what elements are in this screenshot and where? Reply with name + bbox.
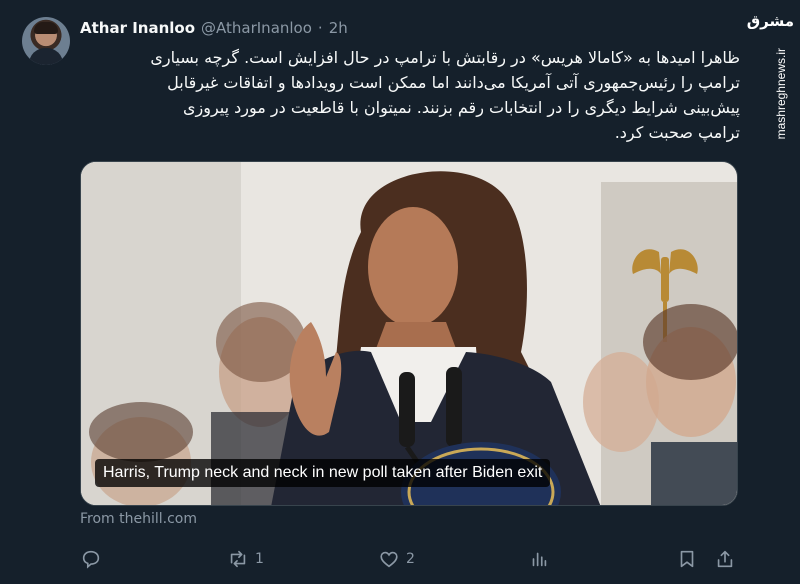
media-photo [81, 162, 737, 505]
link-source[interactable]: From thehill.com [80, 511, 197, 527]
retweet-icon [230, 550, 246, 568]
tweet-media-card[interactable]: Harris, Trump neck and neck in new poll … [80, 161, 738, 506]
tweet-actions: 1 2 [80, 545, 740, 573]
watermark-logo: مشرق [746, 12, 794, 30]
share-icon [717, 550, 733, 568]
avatar-hair [34, 22, 58, 34]
avatar-shirt [29, 48, 63, 65]
tweet-text: ظاهرا امیدها به «کامالا هریس» در رقابتش … [150, 48, 740, 142]
tweet[interactable]: Athar Inanloo @AtharInanloo · 2h ظاهرا ا… [0, 0, 760, 584]
views-button[interactable] [528, 545, 556, 573]
retweet-button[interactable]: 1 [227, 545, 264, 573]
reply-icon [82, 550, 100, 569]
like-button[interactable]: 2 [378, 545, 415, 573]
retweet-count: 1 [255, 551, 264, 567]
like-icon [380, 551, 398, 568]
bookmark-button[interactable] [676, 545, 698, 573]
reply-button[interactable] [80, 545, 108, 573]
watermark-site: mashreghnews.ir [774, 48, 788, 140]
media-caption: Harris, Trump neck and neck in new poll … [95, 459, 551, 487]
user-handle[interactable]: @AtharInanloo [201, 19, 312, 37]
tweet-time[interactable]: 2h [329, 19, 348, 37]
display-name[interactable]: Athar Inanloo [80, 19, 195, 37]
views-icon [532, 552, 547, 567]
like-count: 2 [406, 551, 415, 567]
share-button[interactable] [714, 545, 736, 573]
watermark-strip: مشرق mashreghnews.ir [746, 0, 800, 584]
avatar[interactable] [22, 17, 70, 65]
bookmark-icon [680, 550, 694, 568]
separator-dot: · [317, 19, 323, 37]
tweet-header: Athar Inanloo @AtharInanloo · 2h [80, 17, 348, 39]
